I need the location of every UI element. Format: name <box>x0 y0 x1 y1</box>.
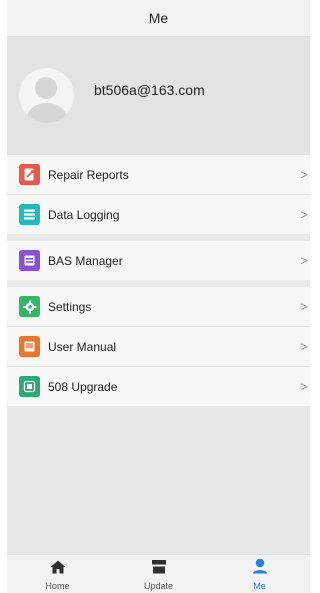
bottom-tab-bar: Home Update Me <box>7 554 310 593</box>
menu-item-label: 508 Upgrade <box>48 379 118 394</box>
menu-item-repair-reports[interactable]: Repair Reports > <box>7 155 310 195</box>
menu-item-label: Repair Reports <box>48 167 129 182</box>
menu-item-settings[interactable]: Settings > <box>7 287 310 327</box>
menu-item-user-manual[interactable]: User Manual > <box>7 327 310 367</box>
menu-group-bas: BAS Manager > <box>7 241 310 280</box>
store-icon <box>151 559 167 579</box>
menu-item-data-logging[interactable]: Data Logging > <box>7 195 310 234</box>
gear-icon <box>19 296 40 317</box>
report-icon <box>19 164 40 185</box>
page-title: Me <box>148 10 169 26</box>
tab-label: Update <box>143 581 174 591</box>
tab-label: Me <box>253 581 266 591</box>
menu-item-label: Data Logging <box>48 207 120 222</box>
avatar-head-icon <box>35 77 57 99</box>
menu-item-label: BAS Manager <box>48 253 123 268</box>
download-icon <box>19 376 40 397</box>
chevron-right-icon: > <box>300 378 308 394</box>
title-bar: Me <box>7 0 310 37</box>
tab-home[interactable]: Home <box>7 555 108 593</box>
profile-card[interactable]: bt506a@163.com <box>7 37 310 154</box>
menu-item-label: Settings <box>48 299 92 314</box>
chevron-right-icon: > <box>300 206 308 222</box>
me-screen: Me bt506a@163.com Repair Reports > Data … <box>7 0 310 593</box>
avatar-body-icon <box>27 103 67 123</box>
tab-label: Home <box>45 581 70 591</box>
home-icon <box>50 560 66 579</box>
section-divider <box>7 234 310 241</box>
avatar[interactable] <box>19 68 74 123</box>
chevron-right-icon: > <box>300 252 308 268</box>
user-email: bt506a@163.com <box>94 81 205 98</box>
tab-update[interactable]: Update <box>108 555 209 593</box>
tab-me[interactable]: Me <box>209 555 310 593</box>
chevron-right-icon: > <box>300 298 308 314</box>
list-icon <box>19 204 40 225</box>
menu-item-label: User Manual <box>48 339 117 354</box>
menu-group-reports: Repair Reports > Data Logging > <box>7 154 310 234</box>
menu-item-508-upgrade[interactable]: 508 Upgrade > <box>7 367 310 406</box>
menu-group-settings: Settings > User Manual > 508 Upgrade > <box>7 287 310 406</box>
menu-item-bas-manager[interactable]: BAS Manager > <box>7 241 310 280</box>
window-icon <box>19 250 40 271</box>
chevron-right-icon: > <box>300 338 308 354</box>
person-icon <box>252 558 268 579</box>
chevron-right-icon: > <box>300 166 308 182</box>
section-divider <box>7 280 310 287</box>
book-icon <box>19 336 40 357</box>
